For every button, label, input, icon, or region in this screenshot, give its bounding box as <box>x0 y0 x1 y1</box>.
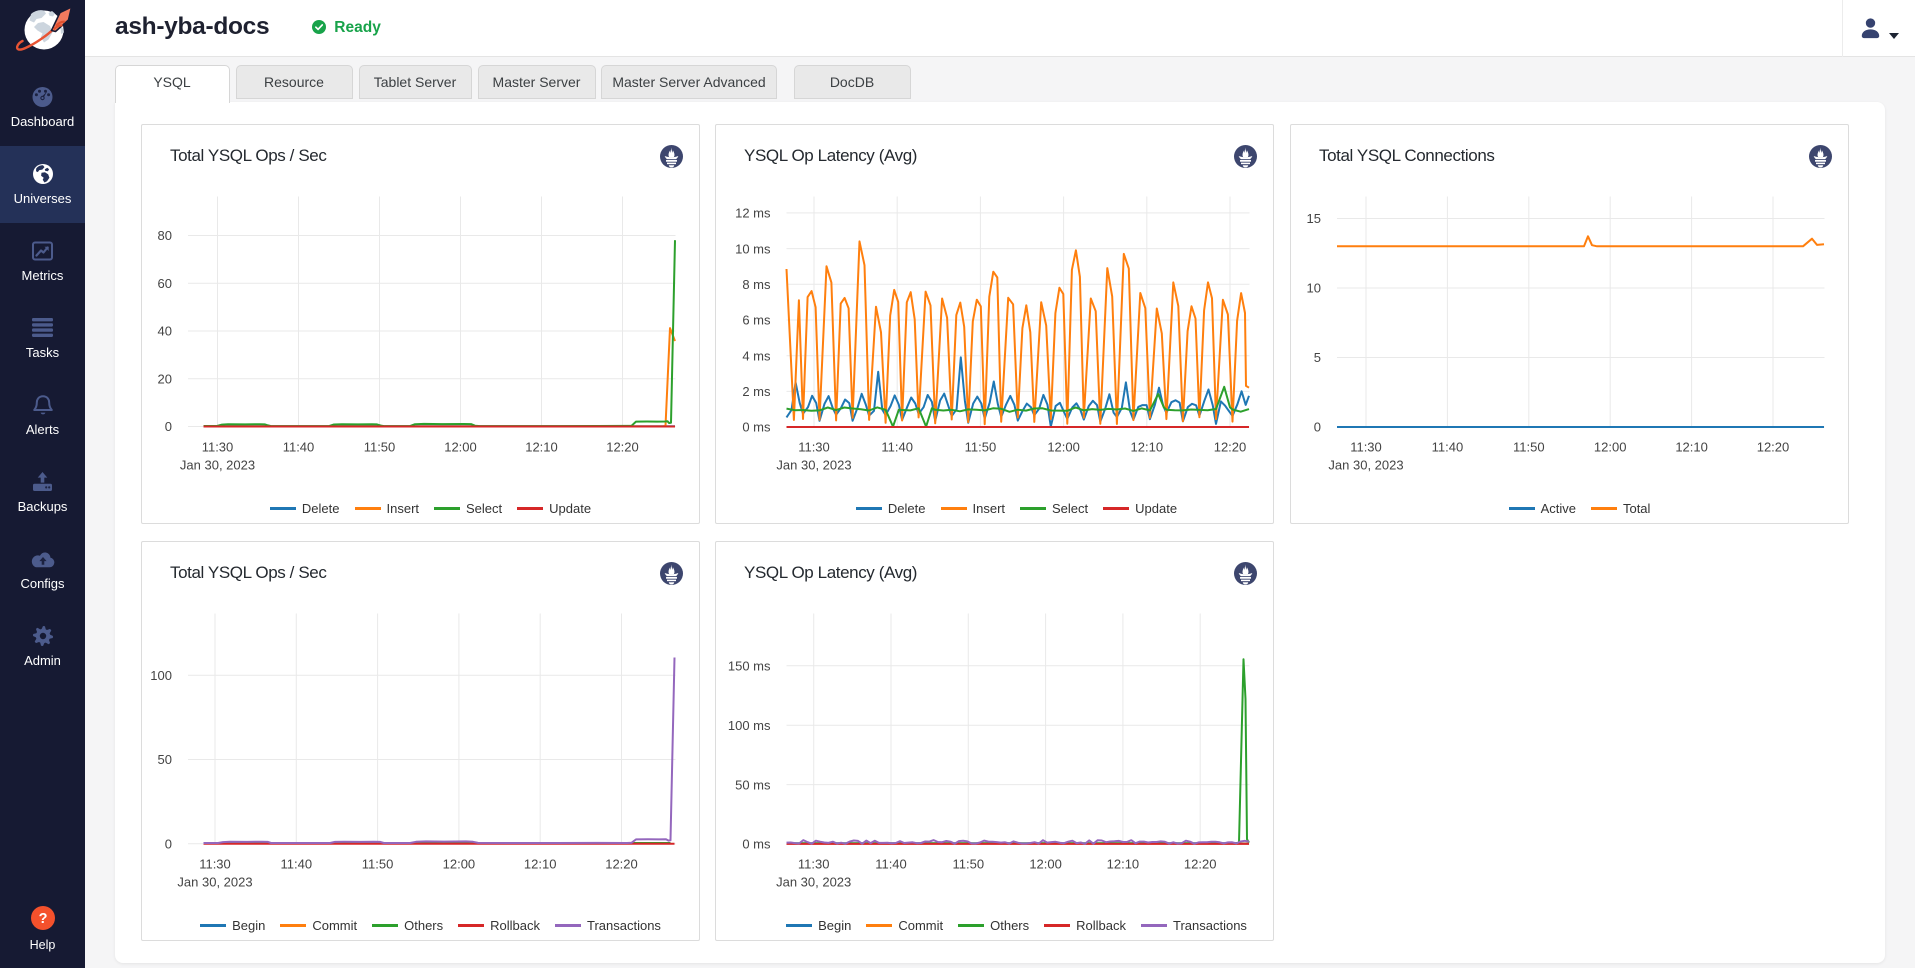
svg-text:0: 0 <box>165 837 172 852</box>
svg-text:12:00: 12:00 <box>443 857 476 872</box>
svg-text:40: 40 <box>158 324 172 339</box>
svg-text:11:50: 11:50 <box>1513 440 1545 455</box>
svg-text:11:40: 11:40 <box>875 857 907 872</box>
svg-text:150 ms: 150 ms <box>728 659 771 674</box>
svg-text:11:40: 11:40 <box>281 857 313 872</box>
svg-text:12:00: 12:00 <box>444 440 477 455</box>
svg-text:Jan 30, 2023: Jan 30, 2023 <box>776 458 851 473</box>
svg-text:5: 5 <box>1314 350 1321 365</box>
svg-text:0 ms: 0 ms <box>742 837 771 852</box>
svg-text:11:40: 11:40 <box>283 440 315 455</box>
svg-text:0 ms: 0 ms <box>742 420 771 435</box>
svg-text:12:00: 12:00 <box>1029 857 1062 872</box>
svg-text:0: 0 <box>165 419 172 434</box>
svg-text:80: 80 <box>158 228 172 243</box>
svg-text:Jan 30, 2023: Jan 30, 2023 <box>180 458 255 473</box>
svg-text:50 ms: 50 ms <box>735 777 771 792</box>
svg-text:15: 15 <box>1307 211 1321 226</box>
svg-text:11:30: 11:30 <box>798 857 830 872</box>
svg-text:2 ms: 2 ms <box>742 384 771 399</box>
svg-text:0: 0 <box>1314 420 1321 435</box>
svg-text:11:50: 11:50 <box>965 440 997 455</box>
svg-text:100: 100 <box>150 668 172 683</box>
svg-text:6 ms: 6 ms <box>742 313 771 328</box>
svg-text:8 ms: 8 ms <box>742 277 771 292</box>
svg-text:12:10: 12:10 <box>524 857 557 872</box>
svg-text:11:50: 11:50 <box>364 440 396 455</box>
svg-text:11:40: 11:40 <box>1432 440 1464 455</box>
svg-text:11:50: 11:50 <box>362 857 394 872</box>
svg-text:12:20: 12:20 <box>606 440 639 455</box>
svg-text:11:30: 11:30 <box>199 857 231 872</box>
svg-text:Jan 30, 2023: Jan 30, 2023 <box>776 875 851 890</box>
svg-text:Jan 30, 2023: Jan 30, 2023 <box>1328 458 1403 473</box>
svg-text:12:10: 12:10 <box>525 440 558 455</box>
svg-text:12:10: 12:10 <box>1107 857 1140 872</box>
svg-text:60: 60 <box>158 276 172 291</box>
svg-text:12:20: 12:20 <box>1757 440 1790 455</box>
svg-text:11:40: 11:40 <box>881 440 913 455</box>
svg-text:100 ms: 100 ms <box>728 718 771 733</box>
svg-text:12:00: 12:00 <box>1594 440 1627 455</box>
svg-text:20: 20 <box>158 372 172 387</box>
svg-text:10: 10 <box>1307 281 1321 296</box>
svg-text:12:20: 12:20 <box>605 857 638 872</box>
svg-text:12:10: 12:10 <box>1675 440 1708 455</box>
svg-text:4 ms: 4 ms <box>742 348 771 363</box>
svg-text:10 ms: 10 ms <box>735 241 771 256</box>
svg-text:12:00: 12:00 <box>1047 440 1080 455</box>
svg-text:12:20: 12:20 <box>1214 440 1247 455</box>
svg-text:Jan 30, 2023: Jan 30, 2023 <box>177 875 252 890</box>
svg-text:11:50: 11:50 <box>953 857 985 872</box>
svg-text:?: ? <box>38 911 47 927</box>
svg-text:11:30: 11:30 <box>798 440 830 455</box>
svg-text:12 ms: 12 ms <box>735 206 771 221</box>
svg-text:50: 50 <box>158 752 172 767</box>
svg-text:12:10: 12:10 <box>1131 440 1164 455</box>
svg-text:11:30: 11:30 <box>1350 440 1382 455</box>
svg-text:11:30: 11:30 <box>202 440 234 455</box>
svg-text:12:20: 12:20 <box>1184 857 1217 872</box>
